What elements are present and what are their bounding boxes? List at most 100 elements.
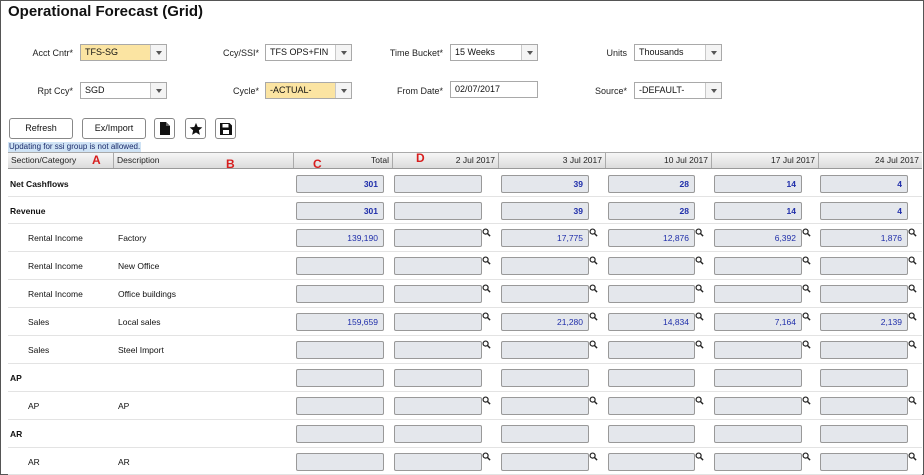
magnifier-icon[interactable]	[908, 228, 917, 237]
amount-input[interactable]	[714, 397, 802, 415]
magnifier-icon[interactable]	[482, 312, 491, 321]
magnifier-icon[interactable]	[802, 396, 811, 405]
amount-input[interactable]	[394, 313, 482, 331]
magnifier-icon[interactable]	[908, 340, 917, 349]
magnifier-icon[interactable]	[695, 228, 704, 237]
amount-input[interactable]	[394, 369, 482, 387]
magnifier-icon[interactable]	[695, 284, 704, 293]
amount-input[interactable]: 39	[501, 175, 589, 193]
amount-input[interactable]	[394, 425, 482, 443]
date-column-header[interactable]: 10 Jul 2017	[606, 153, 712, 168]
amount-input[interactable]	[714, 257, 802, 275]
new-document-button[interactable]	[154, 118, 175, 139]
magnifier-icon[interactable]	[908, 396, 917, 405]
save-button[interactable]	[215, 118, 236, 139]
amount-input[interactable]	[501, 425, 589, 443]
magnifier-icon[interactable]	[908, 312, 917, 321]
amount-input[interactable]	[714, 341, 802, 359]
magnifier-icon[interactable]	[589, 396, 598, 405]
chevron-down-icon[interactable]	[521, 45, 537, 60]
amount-input[interactable]	[820, 285, 908, 303]
amount-input[interactable]	[394, 175, 482, 193]
total-column-header[interactable]: Total	[294, 153, 393, 168]
amount-input[interactable]: 6,392	[714, 229, 802, 247]
magnifier-icon[interactable]	[908, 284, 917, 293]
amount-input[interactable]: 39	[501, 202, 589, 220]
amount-input[interactable]	[608, 257, 695, 275]
amount-input[interactable]: 12,876	[608, 229, 695, 247]
ex-import-button[interactable]: Ex/Import	[82, 118, 146, 139]
favorite-button[interactable]	[185, 118, 206, 139]
magnifier-icon[interactable]	[908, 256, 917, 265]
amount-input[interactable]: 14,834	[608, 313, 695, 331]
magnifier-icon[interactable]	[695, 396, 704, 405]
magnifier-icon[interactable]	[908, 452, 917, 461]
magnifier-icon[interactable]	[589, 256, 598, 265]
ccy-ssi-select[interactable]: TFS OPS+FIN	[265, 44, 352, 61]
amount-input[interactable]	[608, 369, 695, 387]
cycle-select[interactable]: -ACTUAL-	[265, 82, 352, 99]
amount-input[interactable]	[820, 397, 908, 415]
magnifier-icon[interactable]	[695, 340, 704, 349]
magnifier-icon[interactable]	[482, 340, 491, 349]
magnifier-icon[interactable]	[695, 452, 704, 461]
amount-input[interactable]: 17,775	[501, 229, 589, 247]
magnifier-icon[interactable]	[802, 228, 811, 237]
amount-input[interactable]: 21,280	[501, 313, 589, 331]
amount-input[interactable]	[394, 397, 482, 415]
amount-input[interactable]	[608, 285, 695, 303]
chevron-down-icon[interactable]	[335, 45, 351, 60]
magnifier-icon[interactable]	[589, 452, 598, 461]
magnifier-icon[interactable]	[589, 312, 598, 321]
amount-input[interactable]: 1,876	[820, 229, 908, 247]
magnifier-icon[interactable]	[482, 228, 491, 237]
amount-input[interactable]	[608, 397, 695, 415]
amount-input[interactable]	[820, 341, 908, 359]
magnifier-icon[interactable]	[589, 284, 598, 293]
amount-input[interactable]: 14	[714, 202, 802, 220]
amount-input[interactable]	[501, 369, 589, 387]
amount-input[interactable]: 4	[820, 202, 908, 220]
amount-input[interactable]	[714, 369, 802, 387]
date-column-header[interactable]: 24 Jul 2017	[819, 153, 922, 168]
magnifier-icon[interactable]	[802, 340, 811, 349]
amount-input[interactable]: 7,164	[714, 313, 802, 331]
date-column-header[interactable]: 3 Jul 2017	[499, 153, 606, 168]
amount-input[interactable]	[820, 257, 908, 275]
amount-input[interactable]	[501, 453, 589, 471]
chevron-down-icon[interactable]	[705, 45, 721, 60]
magnifier-icon[interactable]	[482, 396, 491, 405]
amount-input[interactable]	[608, 453, 695, 471]
amount-input[interactable]	[394, 257, 482, 275]
from-date-input[interactable]: 02/07/2017	[450, 81, 538, 98]
date-column-header[interactable]: 17 Jul 2017	[712, 153, 819, 168]
amount-input[interactable]	[394, 341, 482, 359]
amount-input[interactable]	[820, 425, 908, 443]
description-column-header[interactable]: Description	[114, 153, 294, 168]
amount-input[interactable]	[501, 257, 589, 275]
magnifier-icon[interactable]	[482, 284, 491, 293]
acct-cntr-select[interactable]: TFS-SG	[80, 44, 167, 61]
units-select[interactable]: Thousands	[634, 44, 722, 61]
magnifier-icon[interactable]	[802, 312, 811, 321]
time-bucket-select[interactable]: 15 Weeks	[450, 44, 538, 61]
date-column-header[interactable]: 2 Jul 2017	[393, 153, 499, 168]
amount-input[interactable]: 2,139	[820, 313, 908, 331]
amount-input[interactable]	[714, 425, 802, 443]
amount-input[interactable]	[608, 341, 695, 359]
amount-input[interactable]	[394, 229, 482, 247]
magnifier-icon[interactable]	[802, 284, 811, 293]
amount-input[interactable]	[608, 425, 695, 443]
amount-input[interactable]	[714, 285, 802, 303]
magnifier-icon[interactable]	[802, 452, 811, 461]
magnifier-icon[interactable]	[589, 340, 598, 349]
magnifier-icon[interactable]	[695, 312, 704, 321]
magnifier-icon[interactable]	[482, 452, 491, 461]
amount-input[interactable]	[394, 202, 482, 220]
amount-input[interactable]	[501, 285, 589, 303]
amount-input[interactable]	[714, 453, 802, 471]
source-select[interactable]: -DEFAULT-	[634, 82, 722, 99]
amount-input[interactable]	[501, 341, 589, 359]
amount-input[interactable]	[501, 397, 589, 415]
amount-input[interactable]	[820, 369, 908, 387]
